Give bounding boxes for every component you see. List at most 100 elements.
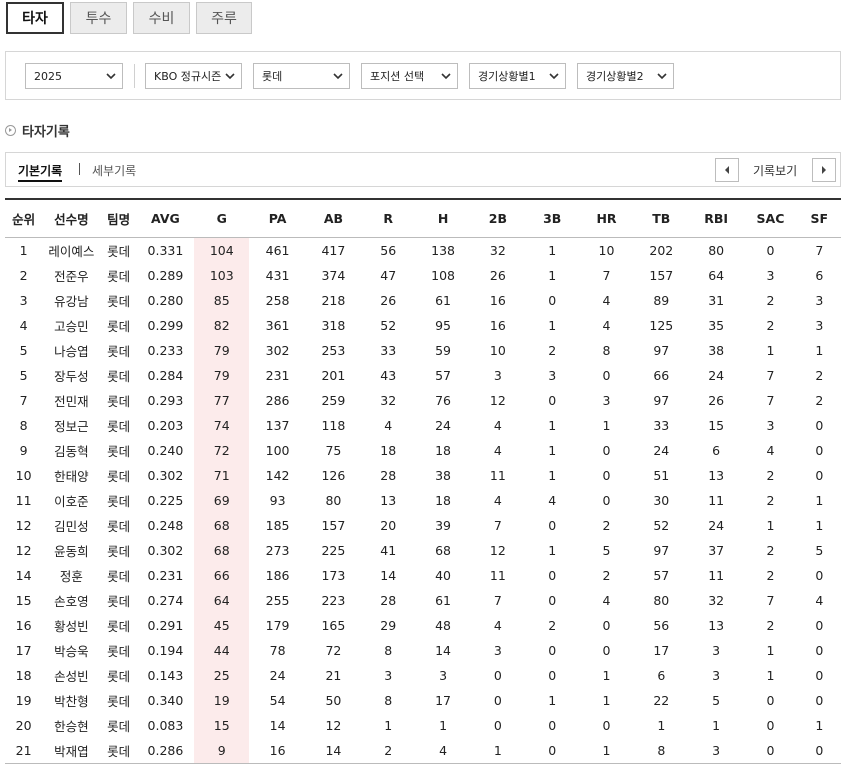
prev-page-button[interactable] [715,158,739,182]
column-header-sac[interactable]: SAC [743,199,797,237]
player-name-cell[interactable]: 윤동희 [42,538,100,563]
table-cell: 33 [380,342,397,358]
column-header-pa[interactable]: PA [249,199,305,237]
table-cell: 4 [766,442,775,458]
table-cell: 3 [766,417,775,433]
player-name-cell[interactable]: 유강남 [42,288,100,313]
player-name-cell[interactable]: 박재엽 [42,738,100,764]
column-header-rbi[interactable]: RBI [689,199,743,237]
player-name-cell[interactable]: 고승민 [42,313,100,338]
table-cell: 18 [380,442,397,458]
table-cell: 롯데 [107,243,131,259]
table-cell: 12 [489,542,506,558]
table-row: 15 손호영 롯데 0.274 64 255 223 28 61 7 0 4 80 32 7 4 [5,587,841,613]
table-cell: 0.286 [147,742,184,758]
column-header-3b[interactable]: 3B [525,199,579,237]
table-cell: 26 [489,267,506,283]
series-select-value: KBO 정규시즌 [154,70,222,83]
table-cell: 273 [265,542,290,558]
next-page-button[interactable] [812,158,836,182]
column-header-sf[interactable]: SF [798,199,841,237]
table-cell: 5 [19,342,28,358]
table-cell: 20 [15,717,32,733]
table-cell: 0 [493,692,502,708]
season-select[interactable]: 2025 [25,63,123,89]
table-cell: 15 [15,592,32,608]
player-name-cell[interactable]: 정보근 [42,413,100,438]
table-cell: 5 [19,367,28,383]
column-header-ab[interactable]: AB [306,199,361,237]
column-header-avg[interactable]: AVG [137,199,194,237]
player-name-cell[interactable]: 정훈 [42,563,100,588]
chevron-down-icon [657,73,667,80]
table-cell: 32 [380,392,397,408]
column-header-h[interactable]: H [415,199,470,237]
table-cell: 롯데 [107,268,131,284]
player-name-cell[interactable]: 김민성 [42,513,100,538]
situation2-select[interactable]: 경기상황별2 [577,63,674,89]
player-name-cell[interactable]: 손호영 [42,588,100,613]
player-name-cell[interactable]: 한태양 [42,463,100,488]
section-header: 타자기록 [5,120,70,140]
subtab-detail[interactable]: 세부기록 [92,162,136,179]
player-name-cell[interactable]: 김동혁 [42,438,100,463]
table-cell: 54 [269,692,286,708]
table-cell: 165 [321,617,346,633]
player-name-cell[interactable]: 나승엽 [42,338,100,363]
column-header-tb[interactable]: TB [634,199,689,237]
series-select[interactable]: KBO 정규시즌 [145,63,242,89]
table-cell: 3 [815,292,824,308]
table-row: 14 정훈 롯데 0.231 66 186 173 14 40 11 0 2 57 11 2 0 [5,562,841,588]
subtab-basic[interactable]: 기본기록 [18,162,63,182]
table-cell: 97 [653,342,670,358]
table-cell: 14 [269,717,286,733]
team-select[interactable]: 롯데 [253,63,350,89]
player-name-cell[interactable]: 한승현 [42,713,100,738]
column-header-팀명[interactable]: 팀명 [101,199,137,237]
player-name-cell[interactable]: 황성빈 [42,613,100,638]
table-cell: 1 [439,717,448,733]
player-name-cell[interactable]: 전준우 [42,263,100,288]
player-name-cell[interactable]: 레이예스 [42,237,100,263]
table-cell: 52 [380,317,397,333]
table-cell: 32 [489,242,506,258]
column-header-r[interactable]: R [361,199,415,237]
table-cell: 4 [602,292,611,308]
column-header-순위[interactable]: 순위 [5,199,42,237]
table-cell: 8 [657,742,666,758]
situation1-select[interactable]: 경기상황별1 [469,63,566,89]
tab-pitcher[interactable]: 투수 [70,2,127,34]
player-name-cell[interactable]: 장두성 [42,363,100,388]
table-cell: 4 [815,592,824,608]
tab-batter[interactable]: 타자 [6,2,64,34]
table-cell: 4 [384,417,393,433]
column-header-g[interactable]: G [194,199,249,237]
table-cell: 21 [325,667,342,683]
table-cell: 0 [815,642,824,658]
table-cell: 1 [712,717,721,733]
player-name-cell[interactable]: 전민재 [42,388,100,413]
table-cell: 롯데 [107,418,131,434]
player-name-cell[interactable]: 이호준 [42,488,100,513]
table-cell: 14 [325,742,342,758]
table-cell: 2 [766,292,775,308]
table-cell: 0.331 [147,242,184,258]
column-header-선수명[interactable]: 선수명 [42,199,100,237]
table-cell: 0 [548,742,557,758]
table-cell: 롯데 [107,593,131,609]
player-name-cell[interactable]: 박승욱 [42,638,100,663]
table-cell: 361 [265,317,290,333]
position-select[interactable]: 포지션 선택 [361,63,458,89]
column-header-2b[interactable]: 2B [471,199,525,237]
column-header-hr[interactable]: HR [579,199,633,237]
table-row: 21 박재엽 롯데 0.286 9 16 14 2 4 1 0 1 8 3 0 0 [5,737,841,764]
table-cell: 201 [321,367,346,383]
tab-baserunning[interactable]: 주루 [196,2,252,34]
table-cell: 11 [489,467,506,483]
table-cell: 72 [325,642,342,658]
player-name-cell[interactable]: 손성빈 [42,663,100,688]
table-cell: 1 [815,717,824,733]
tab-fielding[interactable]: 수비 [133,2,190,34]
table-cell: 66 [653,367,670,383]
player-name-cell[interactable]: 박찬형 [42,688,100,713]
